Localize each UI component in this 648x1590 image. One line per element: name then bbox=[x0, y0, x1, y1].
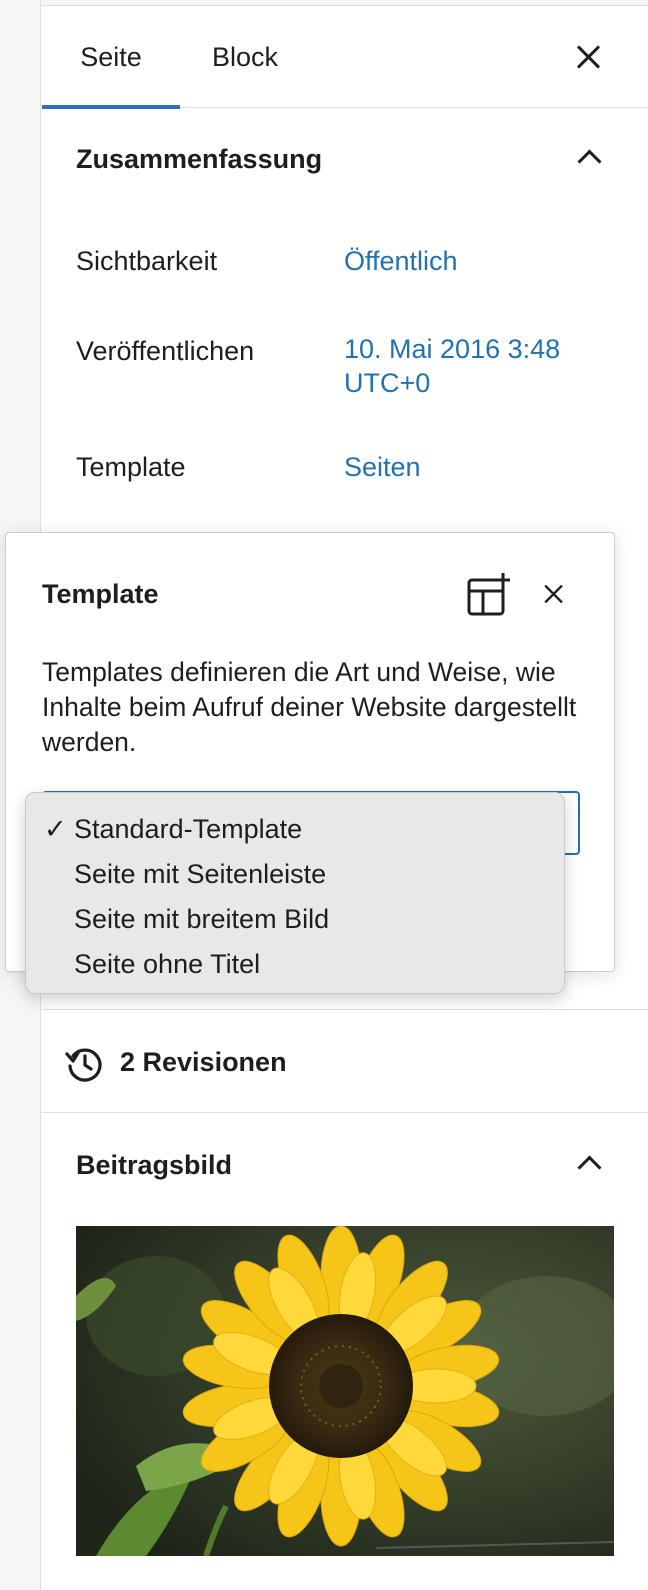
publish-label: Veröffentlichen bbox=[76, 336, 255, 366]
option-page-no-title[interactable]: Seite ohne Titel bbox=[26, 942, 564, 987]
tab-seite[interactable]: Seite bbox=[42, 6, 180, 109]
visibility-value[interactable]: Öffentlich bbox=[344, 244, 614, 278]
add-template-icon[interactable] bbox=[466, 571, 512, 617]
chevron-up-icon[interactable] bbox=[574, 146, 604, 166]
popover-title: Template bbox=[42, 579, 159, 609]
check-icon: ✓ bbox=[44, 814, 67, 844]
option-label: Standard-Template bbox=[74, 814, 303, 844]
featured-image-title[interactable]: Beitragsbild bbox=[76, 1150, 232, 1181]
option-label: Seite mit Seitenleiste bbox=[74, 859, 327, 889]
close-sidebar-icon[interactable] bbox=[571, 39, 607, 75]
option-label: Seite mit breitem Bild bbox=[74, 904, 330, 934]
chevron-up-icon[interactable] bbox=[574, 1152, 604, 1172]
popover-description: Templates definieren die Art und Weise, … bbox=[42, 657, 577, 757]
option-page-with-sidebar[interactable]: Seite mit Seitenleiste bbox=[26, 852, 564, 897]
tab-block[interactable]: Block bbox=[212, 6, 292, 108]
option-label: Seite ohne Titel bbox=[74, 949, 261, 979]
template-value[interactable]: Seiten bbox=[344, 450, 614, 484]
visibility-label: Sichtbarkeit bbox=[76, 246, 218, 276]
option-page-wide-image[interactable]: Seite mit breitem Bild bbox=[26, 897, 564, 942]
revisions-row[interactable]: 2 Revisionen bbox=[42, 1009, 648, 1113]
close-popover-icon[interactable] bbox=[540, 580, 569, 609]
template-label: Template bbox=[76, 452, 186, 482]
featured-image[interactable] bbox=[76, 1226, 614, 1556]
sidebar-tabs: Seite Block bbox=[42, 6, 648, 109]
revisions-label[interactable]: 2 Revisionen bbox=[120, 1010, 287, 1114]
template-dropdown-menu: ✓ Standard-Template Seite mit Seitenleis… bbox=[25, 792, 565, 994]
sunflower-image bbox=[76, 1226, 614, 1556]
publish-date-value[interactable]: 10. Mai 2016 3:48 UTC+0 bbox=[344, 332, 614, 400]
history-icon bbox=[65, 1048, 102, 1082]
summary-panel-title[interactable]: Zusammenfassung bbox=[76, 144, 322, 175]
option-standard-template[interactable]: ✓ Standard-Template bbox=[26, 807, 564, 852]
